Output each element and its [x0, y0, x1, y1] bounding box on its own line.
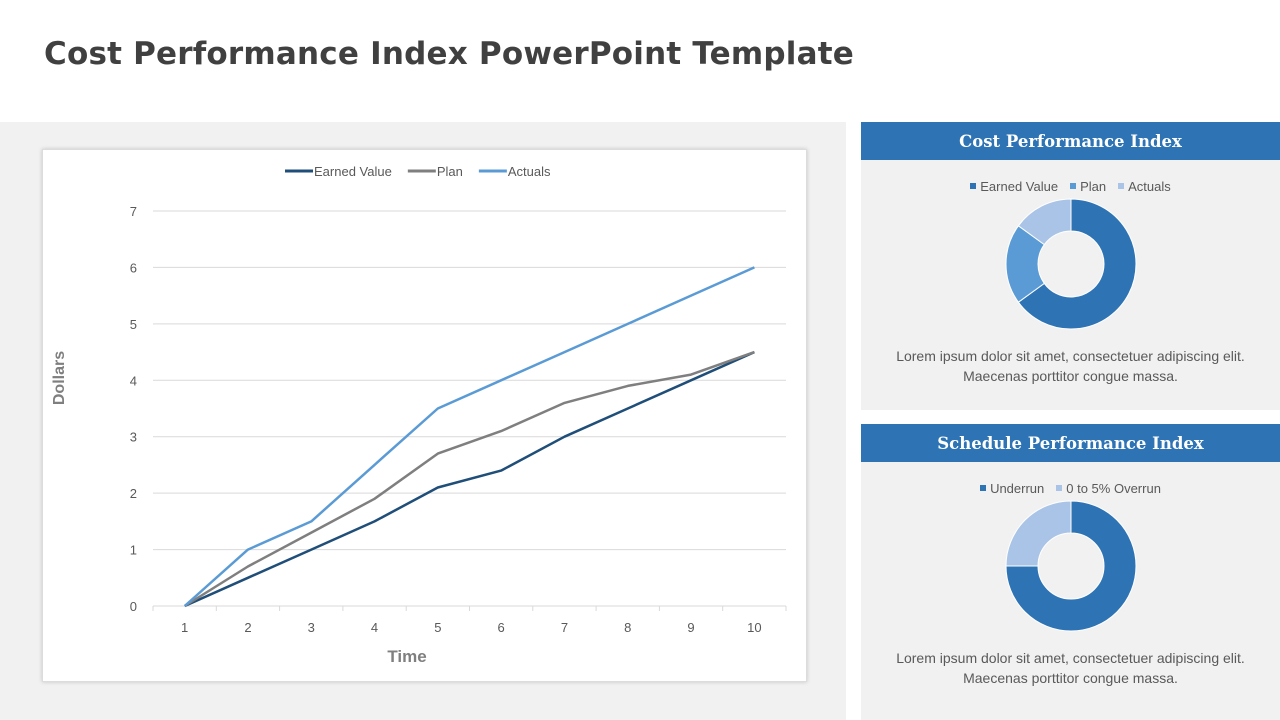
legend-label: Actuals	[1128, 178, 1171, 194]
spi-panel-header: Schedule Performance Index	[861, 424, 1280, 462]
legend-swatch	[980, 485, 987, 491]
y-tick-labels: 0 1 2 3 4 5 6 7	[130, 204, 137, 614]
legend-item-underrun: Underrun	[980, 481, 1044, 496]
chart-legend: Earned Value Plan Actuals	[285, 164, 551, 179]
cpi-description-line1: Lorem ipsum dolor sit amet, consectetuer…	[896, 348, 1245, 364]
legend-label: Underrun	[990, 480, 1045, 496]
x-tick-label: 5	[434, 620, 441, 635]
y-tick-label: 0	[130, 599, 137, 614]
y-tick-label: 7	[130, 204, 137, 219]
x-tick-label: 3	[308, 620, 315, 635]
x-tick-labels: 1 2 3 4 5 6 7 8 9 10	[181, 620, 762, 635]
legend-label: 0 to 5% Overrun	[1066, 480, 1161, 496]
spi-description: Lorem ipsum dolor sit amet, consectetuer…	[861, 648, 1280, 688]
legend-item-actuals: Actuals	[1118, 179, 1171, 194]
legend-swatch	[970, 183, 977, 189]
cpi-donut-chart	[1005, 198, 1136, 330]
x-axis	[152, 605, 787, 611]
legend-label: Earned Value	[314, 164, 392, 179]
spi-description-line1: Lorem ipsum dolor sit amet, consectetuer…	[896, 650, 1245, 666]
x-tick-label: 9	[687, 620, 694, 635]
y-tick-label: 5	[130, 317, 137, 332]
legend-item-plan: Plan	[407, 164, 463, 179]
legend-label: Plan	[1080, 178, 1107, 194]
legend-swatch	[1056, 485, 1063, 491]
x-tick-label: 6	[498, 620, 505, 635]
legend-item-earned-value: Earned Value	[285, 164, 392, 179]
line-chart-card: 0 1 2 3 4 5 6 7 1 2 3 4 5 6 7 8 9 10 Earned Value Plan Act…	[42, 149, 807, 682]
series-line-earned-value	[184, 350, 755, 608]
y-tick-label: 3	[130, 430, 137, 445]
x-tick-label: 7	[561, 620, 568, 635]
legend-label: Plan	[437, 164, 463, 179]
legend-item-plan: Plan	[1070, 179, 1106, 194]
y-tick-label: 2	[130, 486, 137, 501]
spi-legend: Underrun 0 to 5% Overrun	[861, 480, 1280, 496]
y-tick-label: 1	[130, 543, 137, 558]
y-tick-label: 4	[130, 373, 137, 388]
y-tick-label: 6	[130, 260, 137, 275]
legend-label: Earned Value	[980, 178, 1059, 194]
spi-donut-chart	[1004, 500, 1136, 632]
y-axis-label: Dollars	[51, 351, 68, 405]
legend-label: Actuals	[508, 164, 551, 179]
cpi-panel: Cost Performance Index Earned Value Plan A…	[861, 122, 1280, 410]
line-chart: 0 1 2 3 4 5 6 7 1 2 3 4 5 6 7 8 9 10 Earned Value Plan Act…	[51, 164, 787, 666]
cpi-description-line2: Maecenas porttitor congue massa.	[963, 368, 1178, 384]
x-tick-label: 2	[244, 620, 251, 635]
x-axis-label: Time	[387, 647, 426, 666]
legend-swatch	[1118, 183, 1125, 189]
x-tick-label: 8	[624, 620, 631, 635]
donut-slice-0-to-5-overrun	[1004, 500, 1071, 567]
cpi-description: Lorem ipsum dolor sit amet, consectetuer…	[861, 346, 1280, 386]
legend-item-earned-value: Earned Value	[970, 179, 1058, 194]
page-title: Cost Performance Index PowerPoint Templa…	[44, 36, 854, 72]
cpi-legend: Earned Value Plan Actuals	[861, 178, 1280, 194]
legend-item-0-to-5-overrun: 0 to 5% Overrun	[1056, 481, 1161, 496]
spi-panel: Schedule Performance Index Underrun 0 to …	[861, 424, 1280, 720]
x-tick-label: 4	[371, 620, 378, 635]
cpi-panel-header: Cost Performance Index	[861, 122, 1280, 160]
legend-swatch	[1070, 183, 1077, 189]
x-tick-label: 10	[747, 620, 761, 635]
legend-item-actuals: Actuals	[478, 164, 551, 179]
x-tick-label: 1	[181, 620, 188, 635]
spi-description-line2: Maecenas porttitor congue massa.	[963, 670, 1178, 686]
